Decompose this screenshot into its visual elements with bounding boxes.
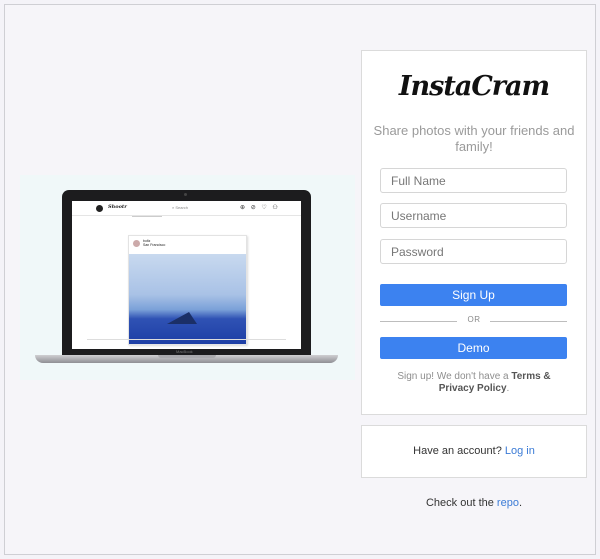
- full-name-input[interactable]: [380, 168, 567, 193]
- mini-post-card: boltz San Francisco: [128, 235, 247, 345]
- mini-brand: Shootr: [108, 204, 127, 210]
- terms-text: Sign up! We don't have a Terms & Privacy…: [387, 371, 561, 395]
- tagline: Share photos with your friends and famil…: [373, 123, 575, 154]
- repo-footer: Check out the repo.: [361, 497, 587, 509]
- mini-location: San Francisco: [143, 243, 166, 247]
- username-input[interactable]: [380, 203, 567, 228]
- login-prompt: Have an account?: [413, 445, 505, 457]
- app-logo: InstaCram: [398, 71, 550, 102]
- repo-suffix: .: [518, 497, 523, 509]
- terms-suffix: .: [506, 383, 510, 394]
- repo-prefix: Check out the: [425, 497, 497, 509]
- laptop-label: MacBook: [176, 349, 193, 354]
- mini-post-header: boltz San Francisco: [143, 239, 165, 247]
- password-input[interactable]: [380, 239, 567, 264]
- mini-baseline: [87, 339, 286, 340]
- mini-post-photo: [129, 254, 246, 344]
- mini-divider: [132, 216, 162, 217]
- laptop-camera: [184, 193, 187, 196]
- demo-button[interactable]: Demo: [380, 337, 567, 359]
- divider-line-right: [490, 321, 567, 322]
- mini-nav-icons: ⊕ ⊘ ♡ ⚇: [240, 205, 280, 211]
- signup-card: InstaCram Share photos with your friends…: [361, 50, 587, 415]
- mini-photo-island: [167, 312, 197, 324]
- repo-link[interactable]: repo: [497, 497, 519, 509]
- terms-prefix: Sign up! We don't have a: [397, 371, 512, 382]
- laptop-notch: [158, 355, 216, 358]
- mini-search: ⌕ Search: [172, 205, 189, 210]
- signup-button[interactable]: Sign Up: [380, 284, 567, 306]
- login-card: Have an account? Log in: [361, 425, 587, 478]
- mini-camera-icon: [96, 205, 103, 212]
- mini-avatar: [133, 240, 140, 247]
- mini-nav-bar: Shootr ⌕ Search ⊕ ⊘ ♡ ⚇: [72, 201, 301, 216]
- or-divider: OR: [467, 315, 481, 324]
- laptop-screen: Shootr ⌕ Search ⊕ ⊘ ♡ ⚇ boltz San Franci…: [72, 201, 301, 349]
- login-link[interactable]: Log in: [505, 445, 535, 457]
